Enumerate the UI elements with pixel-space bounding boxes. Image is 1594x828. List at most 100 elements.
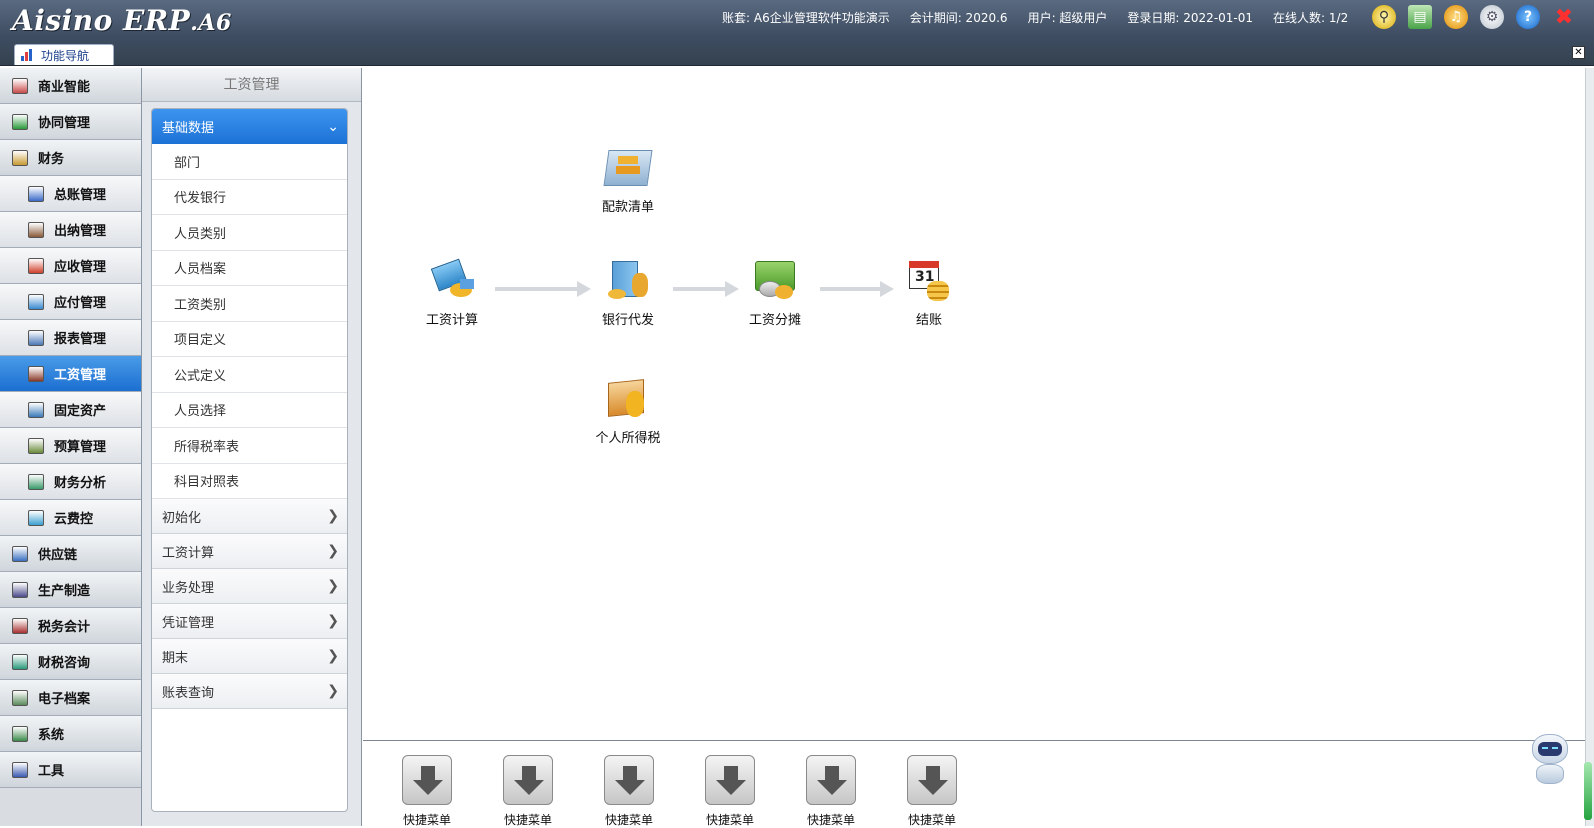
- flow-node-label: 配款清单: [601, 200, 654, 215]
- flow-node-salary-calc[interactable]: 工资计算: [407, 258, 497, 328]
- nav-module-icon: [12, 653, 28, 670]
- nav-item-1[interactable]: 协同管理: [0, 104, 141, 140]
- flow-node-closing[interactable]: 31 结账: [884, 259, 974, 328]
- menu-item-4[interactable]: 工资类别: [152, 286, 347, 322]
- nav-item-10[interactable]: 预算管理: [0, 428, 141, 464]
- menu-item-5[interactable]: 项目定义: [152, 322, 347, 357]
- scrollbar-track[interactable]: [1585, 68, 1594, 826]
- flow-node-income-tax[interactable]: 个人所得税: [583, 377, 673, 446]
- tax-folder-icon: [606, 377, 650, 421]
- search-icon[interactable]: ⚲: [1372, 5, 1396, 29]
- menu-group-label: 凭证管理: [162, 615, 215, 631]
- menu-group-0[interactable]: 初始化 ❯: [152, 499, 347, 534]
- menu-group-3[interactable]: 凭证管理 ❯: [152, 604, 347, 639]
- quick-menu-button[interactable]: 快捷菜单: [498, 755, 558, 828]
- nav-item-14[interactable]: 生产制造: [0, 572, 141, 608]
- nav-item-2[interactable]: 财务: [0, 140, 141, 176]
- menu-item-1[interactable]: 代发银行: [152, 180, 347, 215]
- menu-group-4[interactable]: 期末 ❯: [152, 639, 347, 674]
- cash-box-icon: [603, 146, 653, 190]
- menu-item-6[interactable]: 公式定义: [152, 357, 347, 393]
- menu-item-3[interactable]: 人员档案: [152, 251, 347, 286]
- quick-menu-button[interactable]: 快捷菜单: [599, 755, 659, 828]
- nav-item-3[interactable]: 总账管理: [0, 176, 141, 212]
- menu-group-label: 账表查询: [162, 685, 215, 701]
- nav-module-icon: [12, 725, 28, 742]
- flow-node-label: 工资计算: [425, 313, 478, 328]
- app-logo: Aisino ERP.A6: [12, 4, 232, 37]
- nav-item-8[interactable]: 工资管理: [0, 356, 141, 392]
- chevron-right-icon: ❯: [327, 683, 339, 699]
- menu-item-2[interactable]: 人员类别: [152, 215, 347, 251]
- menu-group-5[interactable]: 账表查询 ❯: [152, 674, 347, 709]
- nav-module-icon: [12, 761, 28, 778]
- nav-item-label: 系统: [38, 728, 65, 743]
- flow-node-label: 结账: [915, 313, 942, 328]
- nav-module-icon: [28, 293, 44, 310]
- nav-item-5[interactable]: 应收管理: [0, 248, 141, 284]
- nav-item-15[interactable]: 税务会计: [0, 608, 141, 644]
- nav-module-icon: [12, 617, 28, 634]
- scrollbar-thumb[interactable]: [1584, 762, 1592, 820]
- calculator-icon: [430, 258, 474, 303]
- tab-function-nav[interactable]: 功能导航: [14, 44, 114, 65]
- gear-icon[interactable]: ⚙: [1480, 5, 1504, 29]
- quick-menu-button[interactable]: 快捷菜单: [397, 755, 457, 828]
- sub-menu-panel: 工资管理 基础数据 ⌄ 部门 代发银行 人员类别 人员档案 工资类别 项目定义 公式定义 人员…: [142, 68, 362, 826]
- nav-module-icon: [28, 185, 44, 202]
- menu-item-9[interactable]: 科目对照表: [152, 464, 347, 499]
- notebook-icon[interactable]: ▤: [1408, 5, 1432, 29]
- nav-item-7[interactable]: 报表管理: [0, 320, 141, 356]
- menu-item-0[interactable]: 部门: [152, 144, 347, 180]
- nav-item-label: 财务分析: [54, 476, 107, 491]
- nav-module-icon: [12, 77, 28, 94]
- quick-menu-button[interactable]: 快捷菜单: [700, 755, 760, 828]
- menu-group-2[interactable]: 业务处理 ❯: [152, 569, 347, 604]
- toolbar-icons: ⚲ ▤ ♫ ⚙ ? ✖: [1372, 5, 1576, 30]
- nav-item-4[interactable]: 出纳管理: [0, 212, 141, 248]
- quick-menu-button[interactable]: 快捷菜单: [902, 755, 962, 828]
- nav-module-icon: [28, 329, 44, 346]
- nav-item-18[interactable]: 系统: [0, 716, 141, 752]
- nav-item-17[interactable]: 电子档案: [0, 680, 141, 716]
- nav-item-label: 出纳管理: [54, 224, 107, 239]
- nav-item-13[interactable]: 供应链: [0, 536, 141, 572]
- nav-item-11[interactable]: 财务分析: [0, 464, 141, 500]
- bar-chart-icon: [21, 49, 35, 61]
- nav-item-0[interactable]: 商业智能: [0, 68, 141, 104]
- menu-group-1[interactable]: 工资计算 ❯: [152, 534, 347, 569]
- bell-icon[interactable]: ♫: [1444, 5, 1468, 29]
- help-icon[interactable]: ?: [1516, 5, 1540, 29]
- nav-item-label: 报表管理: [54, 332, 107, 347]
- nav-item-label: 云费控: [54, 512, 94, 527]
- flow-node-salary-allocation[interactable]: 工资分摊: [730, 259, 820, 328]
- nav-item-9[interactable]: 固定资产: [0, 392, 141, 428]
- nav-item-19[interactable]: 工具: [0, 752, 141, 788]
- menu-item-7[interactable]: 人员选择: [152, 393, 347, 428]
- menu-group-basic-data[interactable]: 基础数据 ⌄: [152, 109, 347, 144]
- flow-arrow: [820, 281, 894, 297]
- nav-item-16[interactable]: 财税咨询: [0, 644, 141, 680]
- download-arrow-icon: [402, 755, 452, 805]
- nav-item-label: 税务会计: [38, 620, 91, 635]
- menu-item-8[interactable]: 所得税率表: [152, 428, 347, 464]
- menu-group-label: 工资计算: [162, 545, 215, 561]
- flow-node-peikuan[interactable]: 配款清单: [583, 146, 673, 215]
- flow-node-label: 个人所得税: [595, 431, 661, 446]
- assistant-robot-icon[interactable]: [1524, 732, 1576, 790]
- nav-item-label: 供应链: [38, 548, 78, 563]
- flow-node-bank-payout[interactable]: 银行代发: [583, 259, 673, 328]
- nav-module-icon: [12, 149, 28, 166]
- quick-menu-bar: 快捷菜单 快捷菜单 快捷菜单 快捷菜单 快捷菜单 快捷菜单: [363, 740, 1585, 828]
- nav-item-label: 工具: [38, 764, 65, 779]
- bank-building-icon: [606, 259, 650, 303]
- quick-menu-label: 快捷菜单: [402, 813, 451, 827]
- quick-menu-button[interactable]: 快捷菜单: [801, 755, 861, 828]
- close-tab-icon[interactable]: ✕: [1572, 46, 1585, 59]
- close-icon[interactable]: ✖: [1552, 5, 1576, 30]
- nav-item-label: 协同管理: [38, 116, 91, 131]
- nav-item-12[interactable]: 云费控: [0, 500, 141, 536]
- nav-item-6[interactable]: 应付管理: [0, 284, 141, 320]
- quick-menu-label: 快捷菜单: [806, 813, 855, 827]
- calendar-coins-icon: 31: [907, 259, 951, 303]
